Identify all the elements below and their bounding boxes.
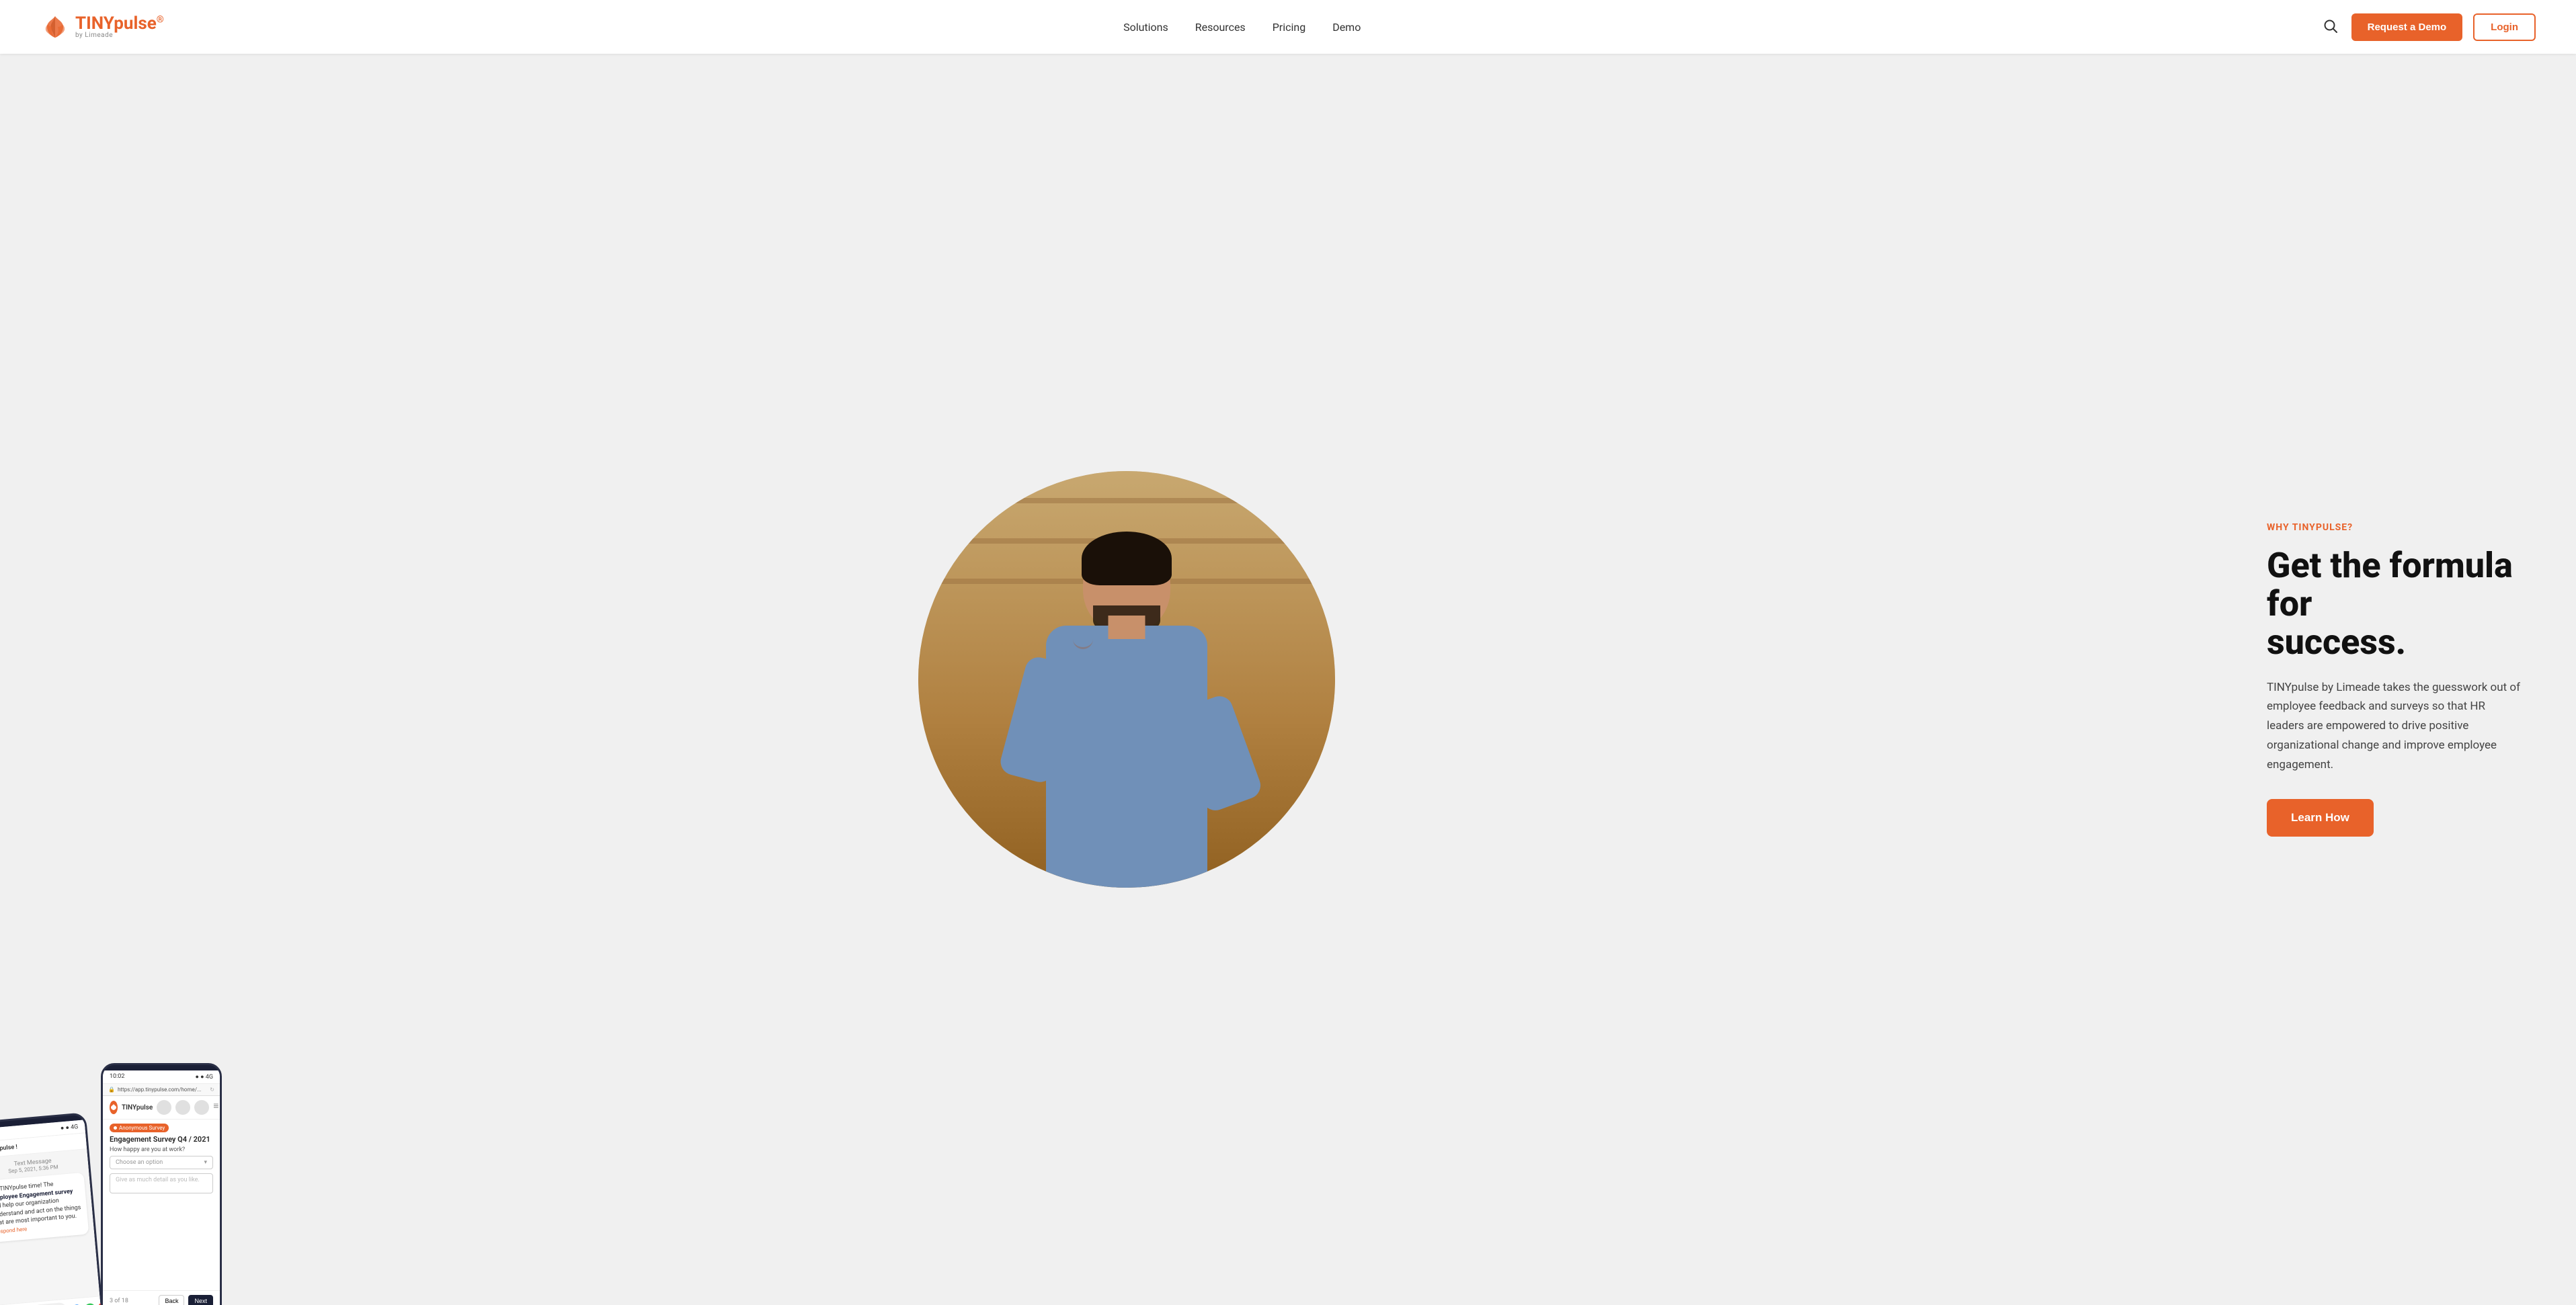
tinypulse-logo-icon xyxy=(40,13,70,40)
hero-content: WHY TINYPULSE? Get the formula for succe… xyxy=(2267,522,2522,837)
phone-left-screen: 10:19 ● ● 4G ‹ TINYpulse ! Text MessageS… xyxy=(0,1120,102,1305)
login-button[interactable]: Login xyxy=(2473,13,2536,41)
phone-right: 10:02 ● ● 4G 🔒 https://app.tinypulse.com… xyxy=(101,1063,222,1305)
survey-nav: 3 of 18 Back Next xyxy=(103,1290,220,1305)
phone-right-screen: 10:02 ● ● 4G 🔒 https://app.tinypulse.com… xyxy=(103,1070,220,1305)
survey-back-button[interactable]: Back xyxy=(159,1295,184,1305)
survey-page-info: 3 of 18 xyxy=(110,1298,128,1304)
learn-how-button[interactable]: Learn How xyxy=(2267,799,2374,837)
request-demo-button[interactable]: Request a Demo xyxy=(2351,13,2463,41)
why-label: WHY TINYPULSE? xyxy=(2267,522,2522,533)
brand-sub: by Limeade xyxy=(75,32,164,39)
hero-circle-image xyxy=(918,471,1335,888)
url-bar: 🔒 https://app.tinypulse.com/home/... ↻ xyxy=(103,1084,220,1096)
hero-heading: Get the formula for success. xyxy=(2267,546,2522,662)
navbar: TINYpulse® by Limeade Solutions Resource… xyxy=(0,0,2576,54)
survey-question: How happy are you at work? xyxy=(103,1146,220,1153)
search-button[interactable] xyxy=(2321,16,2341,38)
chat-bubble: It's TINYpulse time! The Employee Engage… xyxy=(0,1173,89,1243)
app-logo xyxy=(110,1101,118,1114)
hero-right: WHY TINYPULSE? Get the formula for succe… xyxy=(2226,54,2576,1305)
phone-left: 10:19 ● ● 4G ‹ TINYpulse ! Text MessageS… xyxy=(0,1112,104,1305)
phones-overlay: 10:19 ● ● 4G ‹ TINYpulse ! Text MessageS… xyxy=(0,1063,222,1305)
nav-actions: Request a Demo Login xyxy=(2321,13,2536,41)
hero-left: 10:19 ● ● 4G ‹ TINYpulse ! Text MessageS… xyxy=(0,54,2226,1305)
survey-next-button[interactable]: Next xyxy=(188,1295,213,1305)
logo-text: TINYpulse® by Limeade xyxy=(75,15,164,39)
phone-right-status-bar: 10:02 ● ● 4G xyxy=(103,1070,220,1084)
brand-name: TINYpulse® xyxy=(75,15,164,32)
survey-dropdown[interactable]: Choose an option ▾ xyxy=(110,1156,213,1169)
survey-tag: Anonymous Survey xyxy=(110,1124,169,1132)
nav-resources[interactable]: Resources xyxy=(1195,21,1246,34)
nav-links: Solutions Resources Pricing Demo xyxy=(1123,21,1361,34)
nav-demo[interactable]: Demo xyxy=(1332,21,1361,34)
survey-title: Engagement Survey Q4 / 2021 xyxy=(103,1135,220,1144)
phone-left-chat: Text MessageSep 5, 2021, 5:36 PM It's TI… xyxy=(0,1149,99,1305)
survey-content: Anonymous Survey Engagement Survey Q4 / … xyxy=(103,1120,220,1290)
hero-body: TINYpulse by Limeade takes the guesswork… xyxy=(2267,678,2522,775)
phone-app-header: TINYpulse ≡ xyxy=(103,1096,220,1120)
hero-section: 10:19 ● ● 4G ‹ TINYpulse ! Text MessageS… xyxy=(0,54,2576,1305)
survey-textarea: Give as much detail as you like. xyxy=(110,1173,213,1193)
logo: TINYpulse® by Limeade xyxy=(40,13,164,40)
nav-pricing[interactable]: Pricing xyxy=(1273,21,1306,34)
nav-solutions[interactable]: Solutions xyxy=(1123,21,1168,34)
search-icon xyxy=(2323,19,2338,34)
